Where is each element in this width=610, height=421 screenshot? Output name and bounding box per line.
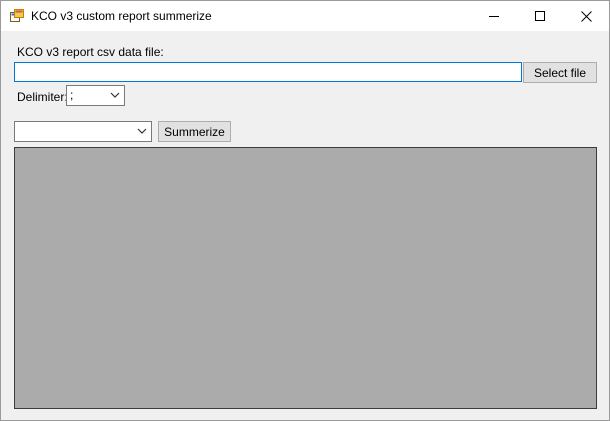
maximize-icon	[535, 11, 545, 21]
chevron-down-icon	[110, 92, 120, 98]
app-icon	[10, 9, 24, 22]
delimiter-label: Delimiter:	[17, 90, 68, 104]
summerize-button[interactable]: Summerize	[158, 121, 231, 142]
report-combobox[interactable]	[14, 121, 152, 142]
minimize-button[interactable]	[471, 1, 517, 31]
app-window: KCO v3 custom report summerize KCO v3 re…	[0, 0, 610, 421]
maximize-button[interactable]	[517, 1, 563, 31]
minimize-icon	[489, 16, 499, 17]
close-button[interactable]	[563, 1, 609, 31]
close-icon	[580, 10, 592, 22]
data-grid[interactable]	[14, 147, 597, 409]
window-title: KCO v3 custom report summerize	[31, 9, 212, 23]
file-label: KCO v3 report csv data file:	[17, 45, 164, 59]
select-file-button[interactable]: Select file	[523, 62, 597, 83]
file-path-input[interactable]	[14, 62, 522, 82]
chevron-down-icon	[137, 128, 147, 134]
delimiter-value: ;	[70, 88, 74, 102]
title-bar[interactable]: KCO v3 custom report summerize	[1, 1, 609, 31]
delimiter-combobox[interactable]: ;	[66, 85, 125, 106]
